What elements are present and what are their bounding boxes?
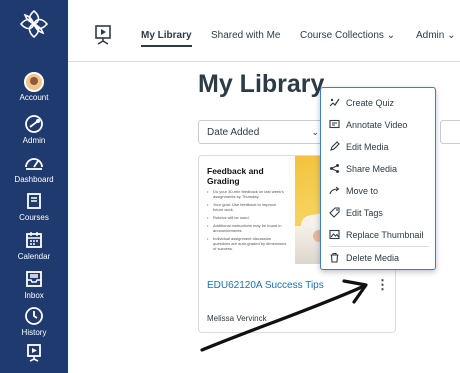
menu-item-label: Create Quiz	[346, 98, 395, 108]
calendar-icon	[26, 232, 42, 248]
edit-icon	[330, 141, 340, 151]
nav-history[interactable]: History	[0, 305, 68, 338]
nav-inbox-label: Inbox	[24, 291, 44, 300]
nav-courses[interactable]: Courses	[0, 190, 68, 223]
inbox-icon	[26, 271, 42, 287]
nav-admin-label: Admin	[22, 136, 46, 145]
menu-item-annotate-video[interactable]: Annotate Video	[321, 115, 434, 135]
chevron-down-icon: ⌄	[386, 30, 396, 41]
nav-courses-label: Courses	[19, 213, 49, 222]
nav-dashboard-label: Dashboard	[14, 175, 54, 184]
thumbnail-bullet: Rubrics will be used.	[207, 215, 287, 220]
nav-calendar[interactable]: Calendar	[0, 229, 68, 262]
thumbnail-bullet: Additional instructions may be found in …	[207, 223, 287, 233]
courses-icon	[27, 193, 41, 209]
menu-item-label: Edit Tags	[346, 208, 383, 218]
tag-icon	[329, 207, 340, 218]
admin-icon	[25, 115, 43, 133]
tab-shared-with-me[interactable]: Shared with Me	[211, 30, 280, 41]
move-icon	[329, 186, 340, 195]
menu-item-label: Move to	[346, 186, 379, 196]
nav-account-label: Account	[19, 93, 49, 102]
chevron-down-icon: ⌄	[447, 30, 456, 41]
thumbnail-bullet: Your goal: Use feedback to improve futur…	[207, 202, 287, 212]
menu-divider	[329, 246, 429, 247]
menu-item-label: Delete Media	[346, 253, 400, 263]
tab-admin-label: Admin	[416, 30, 445, 41]
secondary-select[interactable]	[440, 120, 460, 144]
nav-inbox[interactable]: Inbox	[0, 268, 68, 301]
media-author: Melissa Vervinck	[207, 314, 267, 323]
history-icon	[25, 307, 43, 325]
share-icon	[330, 164, 339, 173]
tab-course-collections[interactable]: Course Collections ⌄	[300, 30, 395, 41]
sort-select-value: Date Added	[207, 127, 260, 138]
nav-more[interactable]	[0, 342, 68, 364]
nav-dashboard[interactable]: Dashboard	[0, 152, 68, 185]
menu-item-label: Replace Thumbnail	[346, 230, 424, 240]
nav-account[interactable]: Account	[0, 72, 68, 103]
menu-item-edit-tags[interactable]: Edit Tags	[321, 203, 434, 223]
menu-item-edit-media[interactable]: Edit Media	[321, 137, 434, 157]
top-bar: My Library Shared with Me Course Collect…	[68, 0, 460, 62]
menu-item-label: Edit Media	[346, 142, 389, 152]
sort-select[interactable]: Date Added ⌄	[198, 120, 326, 144]
media-app-icon[interactable]	[92, 24, 114, 46]
tab-admin[interactable]: Admin ⌄	[416, 30, 456, 41]
menu-item-share-media[interactable]: Share Media	[321, 159, 434, 179]
menu-item-create-quiz[interactable]: Create Quiz	[321, 93, 434, 113]
media-app-icon	[27, 344, 41, 362]
institution-logo-icon[interactable]	[18, 8, 50, 40]
menu-item-replace-thumbnail[interactable]: Replace Thumbnail	[321, 225, 434, 245]
page-title: My Library	[198, 70, 325, 98]
tab-my-library[interactable]: My Library	[141, 30, 192, 47]
thumbnail-bullet: Individual assignment discussion questio…	[207, 236, 287, 251]
nav-admin[interactable]: Admin	[0, 113, 68, 146]
global-navigation: Account Admin Dashboard Courses Calendar…	[0, 0, 68, 373]
annotate-icon	[329, 119, 340, 129]
menu-item-label: Share Media	[346, 164, 398, 174]
menu-item-move-to[interactable]: Move to	[321, 181, 434, 201]
dashboard-icon	[25, 158, 43, 170]
media-title-link[interactable]: EDU62120A Success Tips	[207, 280, 324, 291]
nav-calendar-label: Calendar	[17, 252, 51, 261]
nav-history-label: History	[21, 328, 47, 337]
thumbnail-bullet: Do your 30-min feedback on last week's a…	[207, 189, 287, 199]
menu-item-label: Annotate Video	[346, 120, 408, 130]
trash-icon	[330, 252, 339, 263]
menu-item-delete-media[interactable]: Delete Media	[321, 248, 434, 268]
media-actions-menu: Create Quiz Annotate Video Edit Media Sh…	[320, 87, 436, 270]
image-icon	[329, 229, 340, 240]
chevron-down-icon: ⌄	[311, 127, 319, 137]
kebab-menu-icon[interactable]: ⋮	[376, 278, 389, 294]
quiz-icon	[329, 98, 340, 107]
thumbnail-title: Feedback and Grading	[207, 166, 264, 186]
tab-course-collections-label: Course Collections	[300, 30, 384, 41]
thumbnail-slide: Feedback and Grading Do your 30-min feed…	[199, 156, 295, 264]
avatar-icon	[24, 72, 44, 92]
